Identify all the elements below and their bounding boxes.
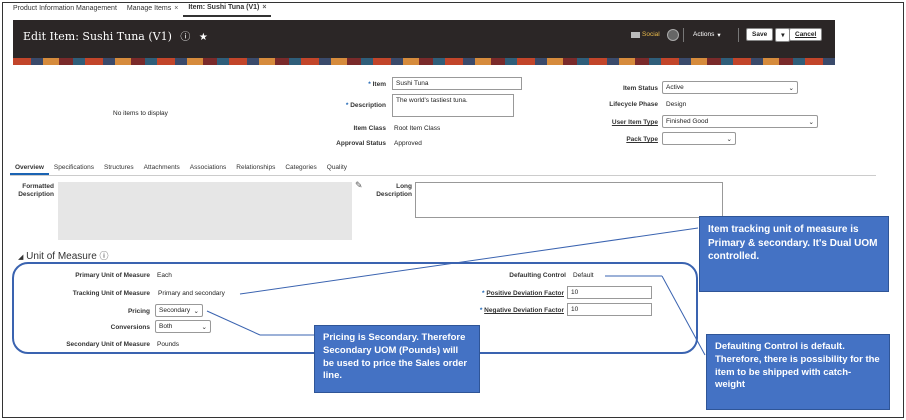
tracking-callout: Item tracking unit of measure is Primary… bbox=[699, 216, 889, 292]
pricing-callout: Pricing is Secondary. Therefore Secondar… bbox=[314, 325, 480, 393]
defaulting-callout: Defaulting Control is default. Therefore… bbox=[706, 334, 890, 410]
tracking-connector-line bbox=[239, 227, 699, 295]
pricing-connector-line bbox=[206, 310, 261, 336]
